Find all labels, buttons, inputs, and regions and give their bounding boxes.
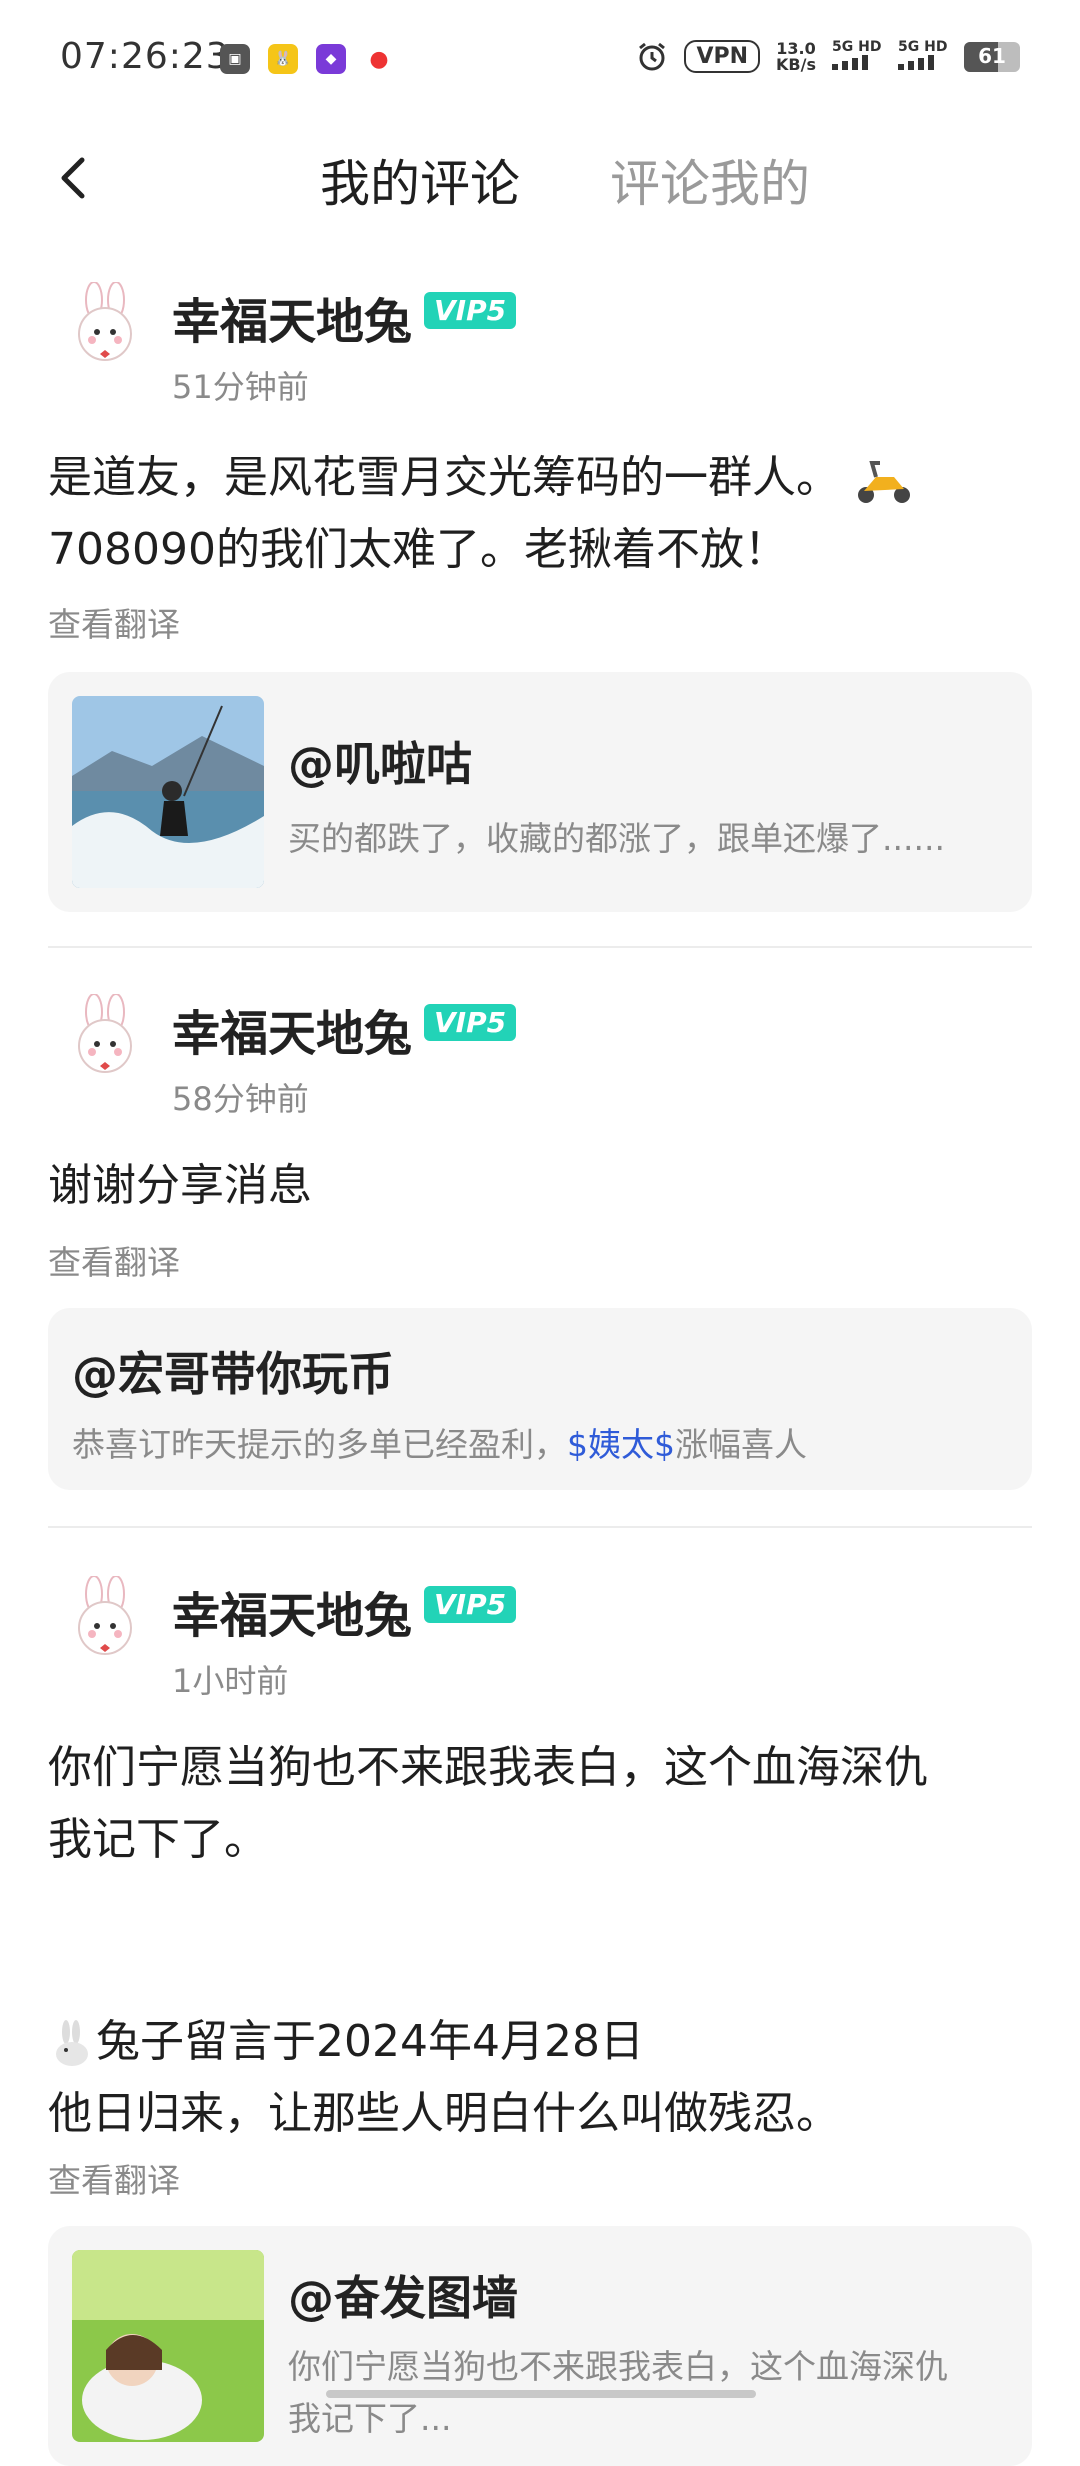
comment-text-continued: 兔子留言于2024年4月28日 他日归来，让那些人明白什么叫做残忍。: [48, 2006, 1038, 2150]
quoted-text-part: 涨幅喜人: [675, 1425, 807, 1464]
comment-item[interactable]: 幸福天地兔 VIP5 1小时前 你们宁愿当狗也不来跟我表白，这个血海深仇 我记下…: [48, 1576, 1032, 2466]
vip-badge: VIP5: [424, 1004, 517, 1041]
speed-unit: KB/s: [776, 54, 816, 74]
signal-bars-icon: [832, 55, 868, 70]
view-translation-link[interactable]: 查看翻译: [48, 598, 180, 646]
network-speed: 13.0 KB/s: [776, 40, 816, 74]
signal-2-label: 5G HD: [898, 39, 948, 55]
battery-icon: 61: [964, 41, 1020, 72]
rabbit-emoji-icon: [56, 2020, 88, 2066]
comment-line: 708090的我们太难了。老揪着不放！: [48, 524, 788, 575]
divider: [48, 946, 1032, 948]
comment-line: 他日归来，让那些人明白什么叫做残忍。: [48, 2088, 840, 2139]
comment-line: 我记下了。: [48, 1814, 268, 1865]
avatar[interactable]: [60, 1576, 150, 1666]
quoted-text: 你们宁愿当狗也不来跟我表白，这个血海深仇: [288, 2347, 948, 2386]
comment-line: 兔子留言于2024年4月28日: [96, 2016, 644, 2067]
comment-line: 是道友，是风花雪月交光筹码的一群人。: [48, 452, 840, 503]
alarm-icon: [639, 42, 666, 70]
comment-text: 谢谢分享消息: [48, 1160, 312, 1211]
status-time: 07:26:23: [60, 36, 230, 77]
quoted-text: 买的都跌了，收藏的都涨了，跟单还爆了......: [288, 819, 945, 858]
rabbit-app-icon: 🐰: [268, 44, 298, 74]
scooter-emoji-icon: [858, 461, 910, 503]
quoted-username[interactable]: @宏哥带你玩币: [72, 1338, 394, 1404]
quoted-post-thumbnail: [72, 2250, 264, 2442]
tab-comments-on-me[interactable]: 评论我的: [610, 144, 810, 216]
quoted-text-part: 恭喜订昨天提示的多单已经盈利，: [72, 1425, 567, 1464]
username[interactable]: 幸福天地兔: [172, 1576, 412, 1646]
comment-item[interactable]: 幸福天地兔 VIP5 58分钟前 谢谢分享消息 查看翻译 @宏哥带你玩币 恭喜订…: [48, 994, 1032, 1494]
notification-icons: ▣ 🐰 ◆ ●: [220, 44, 394, 74]
tab-my-comments[interactable]: 我的评论: [320, 144, 520, 216]
map-pin-icon: ●: [364, 44, 394, 74]
vip-badge: VIP5: [424, 1586, 517, 1623]
comment-text: 是道友，是风花雪月交光筹码的一群人。 708090的我们太难了。老揪着不放！: [48, 442, 1038, 586]
scrollbar[interactable]: [326, 2390, 756, 2398]
quoted-text: 恭喜订昨天提示的多单已经盈利，$姨太$涨幅喜人: [72, 1418, 1012, 1466]
vpn-indicator: VPN: [684, 40, 761, 73]
view-translation-link[interactable]: 查看翻译: [48, 1236, 180, 1284]
comment-item[interactable]: 幸福天地兔 VIP5 51分钟前 是道友，是风花雪月交光筹码的一群人。 7080…: [48, 282, 1032, 912]
avatar[interactable]: [60, 994, 150, 1084]
comment-time: 1小时前: [172, 1662, 289, 1700]
comment-time: 51分钟前: [172, 368, 309, 406]
vip-badge: VIP5: [424, 292, 517, 329]
quoted-post-card[interactable]: @宏哥带你玩币 恭喜订昨天提示的多单已经盈利，$姨太$涨幅喜人: [48, 1308, 1032, 1490]
app-notification-icon: ▣: [220, 44, 250, 74]
quoted-post-card[interactable]: @奋发图墙 你们宁愿当狗也不来跟我表白，这个血海深仇 我记下了...: [48, 2226, 1032, 2466]
comment-line: 你们宁愿当狗也不来跟我表白，这个血海深仇: [48, 1742, 928, 1793]
quoted-username[interactable]: @奋发图墙: [288, 2262, 518, 2328]
hotel-app-icon: ◆: [316, 44, 346, 74]
status-bar: 07:26:23 ▣ 🐰 ◆ ● VPN 13.0 KB/s 5G HD 5G …: [0, 0, 1080, 122]
status-right: VPN 13.0 KB/s 5G HD 5G HD 61: [636, 40, 1020, 73]
quoted-username[interactable]: @叽啦咕: [288, 728, 472, 794]
quoted-post-card[interactable]: @叽啦咕 买的都跌了，收藏的都涨了，跟单还爆了......: [48, 672, 1032, 912]
cashtag-link[interactable]: $姨太$: [567, 1425, 675, 1464]
avatar[interactable]: [60, 282, 150, 372]
username[interactable]: 幸福天地兔: [172, 282, 412, 352]
username[interactable]: 幸福天地兔: [172, 994, 412, 1064]
quoted-text: 我记下了...: [288, 2399, 452, 2438]
view-translation-link[interactable]: 查看翻译: [48, 2154, 180, 2202]
comment-text: 你们宁愿当狗也不来跟我表白，这个血海深仇 我记下了。: [48, 1732, 1038, 1876]
quoted-post-thumbnail: [72, 696, 264, 888]
signal-1: 5G HD: [832, 40, 882, 73]
signal-2: 5G HD: [898, 40, 948, 73]
page-header: 我的评论 评论我的: [0, 122, 1080, 244]
battery-level: 61: [978, 43, 1006, 68]
signal-bars-icon: [898, 55, 934, 70]
divider: [48, 1526, 1032, 1528]
back-arrow-icon[interactable]: [46, 148, 106, 208]
comment-time: 58分钟前: [172, 1080, 309, 1118]
signal-1-label: 5G HD: [832, 39, 882, 55]
